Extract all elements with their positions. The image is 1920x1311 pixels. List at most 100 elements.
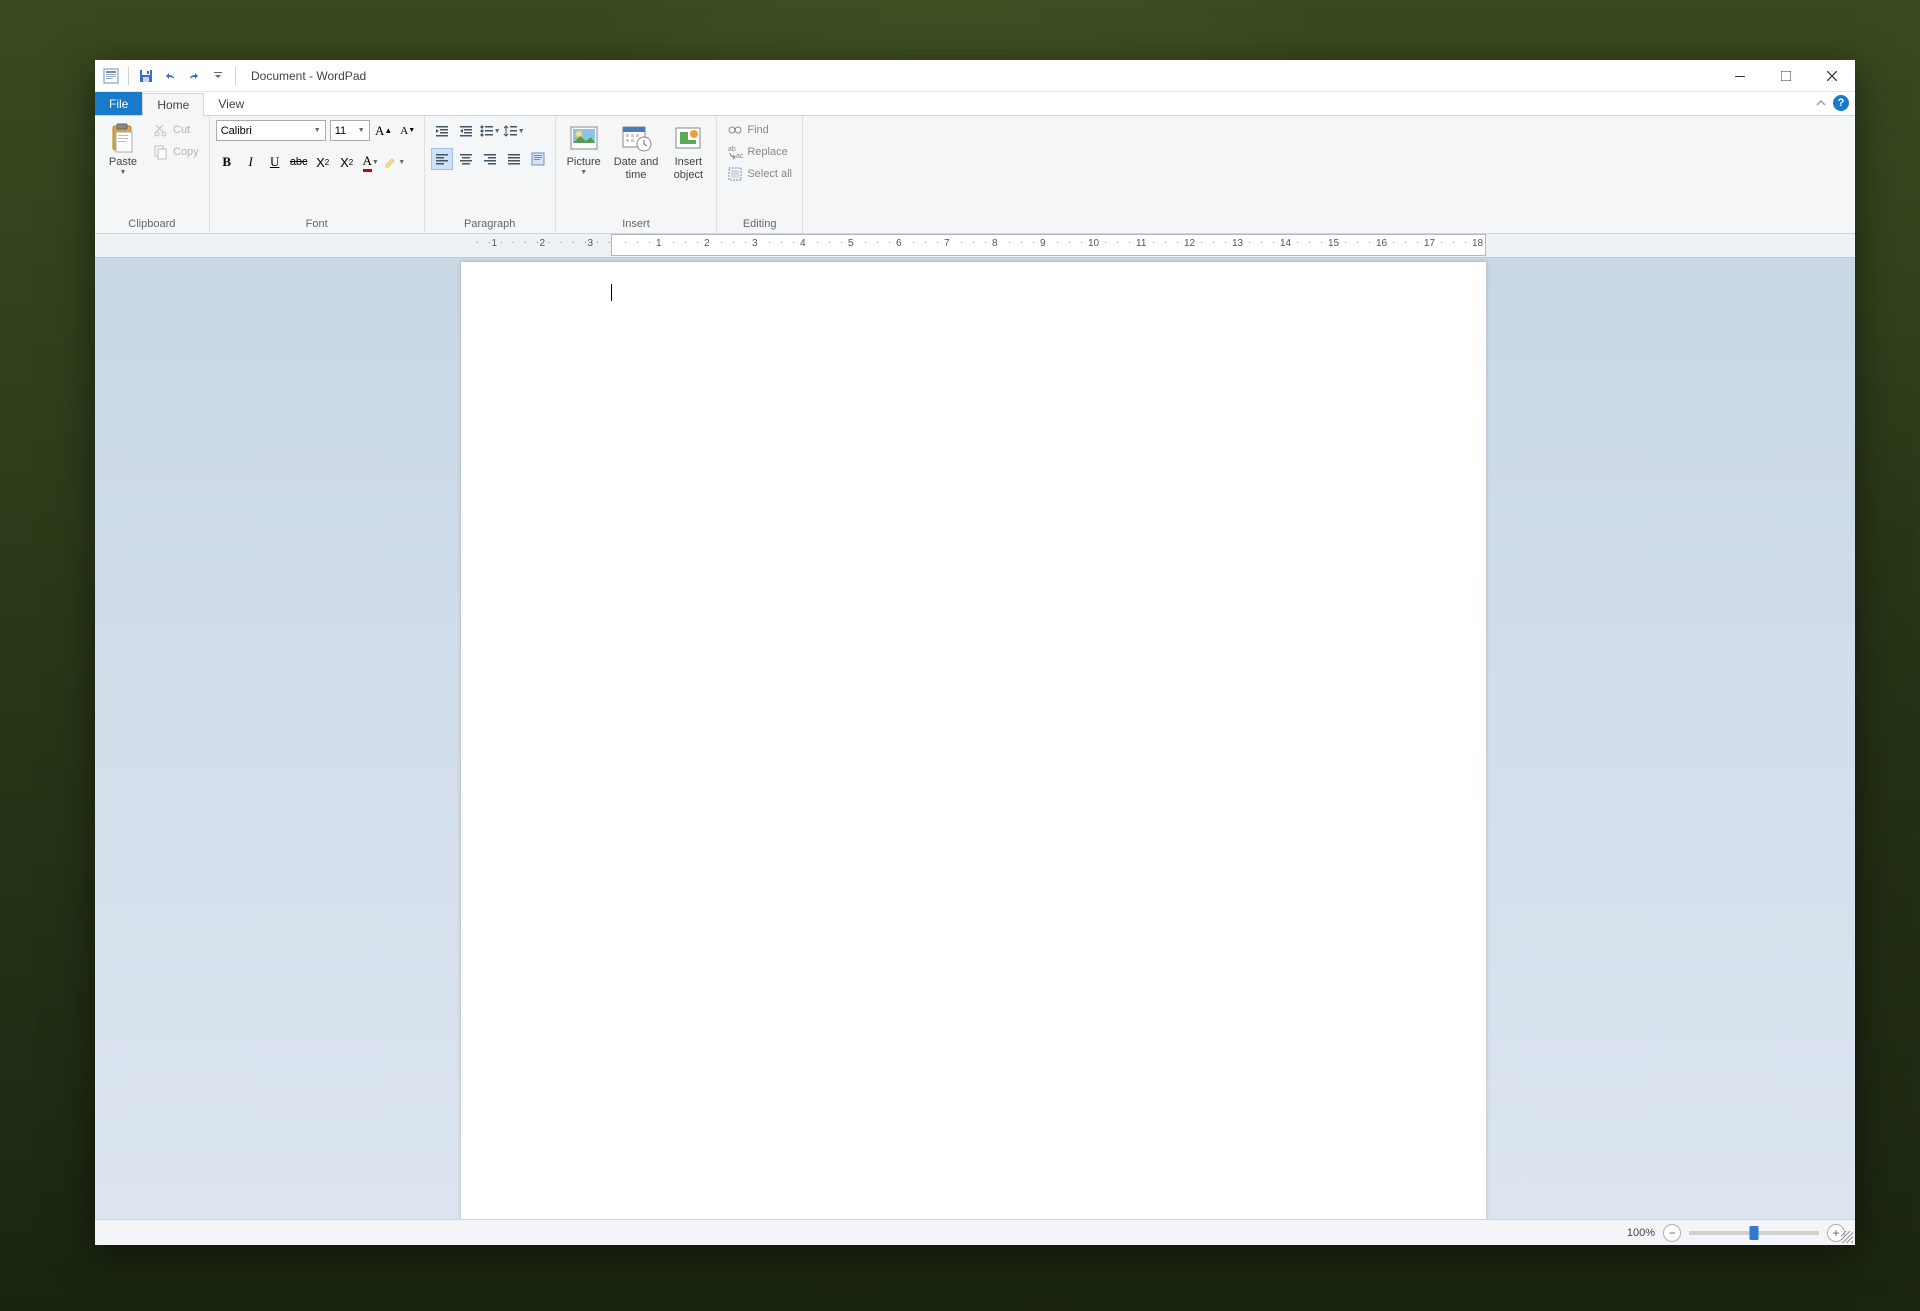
copy-icon <box>153 144 169 160</box>
ruler-tick: 13 <box>1232 238 1243 249</box>
copy-button[interactable]: Copy <box>149 142 203 162</box>
highlight-button[interactable]: ▼ <box>384 151 406 173</box>
datetime-button[interactable]: Date andtime <box>610 120 663 184</box>
tab-view[interactable]: View <box>204 92 258 115</box>
insert-group-label: Insert <box>562 216 711 233</box>
zoom-level[interactable]: 100% <box>1627 1227 1655 1239</box>
line-spacing-button[interactable]: ▼ <box>503 120 525 142</box>
font-family-value: Calibri <box>221 125 252 137</box>
grow-font-button[interactable]: A▲ <box>374 121 394 141</box>
resize-grip-icon[interactable] <box>1841 1231 1853 1243</box>
shrink-font-button[interactable]: A▼ <box>398 121 418 141</box>
text-cursor <box>611 284 612 301</box>
ruler-tick: 5 <box>848 238 854 249</box>
strikethrough-button[interactable]: abc <box>288 151 310 173</box>
paragraph-dialog-button[interactable] <box>527 148 549 170</box>
bullets-button[interactable]: ▼ <box>479 120 501 142</box>
help-icon[interactable]: ? <box>1833 95 1849 111</box>
decrease-indent-button[interactable] <box>431 120 453 142</box>
align-center-button[interactable] <box>455 148 477 170</box>
chevron-down-icon: ▼ <box>120 169 127 176</box>
zoom-slider[interactable] <box>1689 1231 1819 1235</box>
font-group-label: Font <box>216 216 418 233</box>
insert-object-button[interactable]: Insertobject <box>666 120 710 184</box>
zoom-out-button[interactable]: − <box>1663 1224 1681 1242</box>
font-size-select[interactable]: 11▼ <box>330 120 370 141</box>
ruler-tick: 10 <box>1088 238 1099 249</box>
ruler-tick: 15 <box>1328 238 1339 249</box>
wordpad-window: Document - WordPad File Home View ? Past… <box>95 60 1855 1245</box>
ruler-tick: 14 <box>1280 238 1291 249</box>
qat-customize-button[interactable] <box>208 66 228 86</box>
clipboard-group: Paste ▼ Cut Copy Clipboard <box>95 116 210 233</box>
document-page[interactable] <box>461 262 1486 1219</box>
cut-label: Cut <box>173 124 190 136</box>
maximize-button[interactable] <box>1763 60 1809 92</box>
ribbon: Paste ▼ Cut Copy Clipboard <box>95 116 1855 234</box>
bold-button[interactable]: B <box>216 151 238 173</box>
window-controls <box>1717 60 1855 92</box>
chevron-down-icon: ▼ <box>494 128 501 135</box>
collapse-ribbon-icon[interactable] <box>1815 97 1827 109</box>
paste-button[interactable]: Paste ▼ <box>101 120 145 178</box>
chevron-down-icon: ▼ <box>398 159 405 166</box>
justify-button[interactable] <box>503 148 525 170</box>
titlebar: Document - WordPad <box>95 60 1855 92</box>
superscript-button[interactable]: X2 <box>336 151 358 173</box>
ruler-tick: 6 <box>896 238 902 249</box>
chevron-down-icon: ▼ <box>518 128 525 135</box>
picture-button[interactable]: Picture ▼ <box>562 120 606 178</box>
chevron-down-icon: ▼ <box>580 169 587 176</box>
ruler-tick: 12 <box>1184 238 1195 249</box>
font-group: Calibri▼ 11▼ A▲ A▼ B I U abc X2 X2 A▼ ▼ … <box>210 116 425 233</box>
ruler-tick: 4 <box>800 238 806 249</box>
font-size-value: 11 <box>335 125 346 137</box>
ruler-tick: 17 <box>1424 238 1435 249</box>
qat-separator <box>235 67 236 85</box>
align-right-button[interactable] <box>479 148 501 170</box>
ruler-tick: 3 <box>587 238 593 249</box>
tab-home[interactable]: Home <box>142 93 204 116</box>
ruler-tick: 18 <box>1472 238 1483 249</box>
tab-file[interactable]: File <box>95 92 142 115</box>
picture-label: Picture <box>567 156 601 169</box>
paste-label: Paste <box>109 156 137 169</box>
copy-label: Copy <box>173 146 199 158</box>
ruler-tick: 1 <box>491 238 497 249</box>
underline-button[interactable]: U <box>264 151 286 173</box>
minimize-button[interactable] <box>1717 60 1763 92</box>
select-all-button[interactable]: Select all <box>723 164 796 184</box>
italic-button[interactable]: I <box>240 151 262 173</box>
save-button[interactable] <box>136 66 156 86</box>
svg-text:ab: ab <box>728 146 736 153</box>
datetime-label-1: Date and <box>614 156 659 168</box>
font-color-button[interactable]: A▼ <box>360 151 382 173</box>
paragraph-group: ▼ ▼ Paragraph <box>425 116 556 233</box>
undo-button[interactable] <box>160 66 180 86</box>
quick-access-toolbar <box>95 60 245 91</box>
zoom-thumb[interactable] <box>1750 1226 1759 1240</box>
object-label-2: object <box>674 169 703 181</box>
cut-button[interactable]: Cut <box>149 120 203 140</box>
find-label: Find <box>747 124 768 136</box>
ruler-tick: 8 <box>992 238 998 249</box>
find-button[interactable]: Find <box>723 120 796 140</box>
ruler-positive: 1···2···3···4···5···6···7···8···9···10··… <box>611 234 1486 256</box>
select-all-label: Select all <box>747 168 792 180</box>
ruler-tick: 16 <box>1376 238 1387 249</box>
font-family-select[interactable]: Calibri▼ <box>216 120 326 141</box>
redo-button[interactable] <box>184 66 204 86</box>
editing-group: Find abac Replace Select all Editing <box>717 116 803 233</box>
ruler[interactable]: 3····2····1···· 1···2···3···4···5···6···… <box>95 234 1855 258</box>
subscript-button[interactable]: X2 <box>312 151 334 173</box>
datetime-label-2: time <box>626 169 647 181</box>
close-button[interactable] <box>1809 60 1855 92</box>
app-icon[interactable] <box>101 66 121 86</box>
replace-icon: abac <box>727 144 743 160</box>
replace-button[interactable]: abac Replace <box>723 142 796 162</box>
increase-indent-button[interactable] <box>455 120 477 142</box>
align-left-button[interactable] <box>431 148 453 170</box>
clipboard-group-label: Clipboard <box>101 216 203 233</box>
binoculars-icon <box>727 122 743 138</box>
document-area: 3····2····1···· 1···2···3···4···5···6···… <box>95 234 1855 1219</box>
